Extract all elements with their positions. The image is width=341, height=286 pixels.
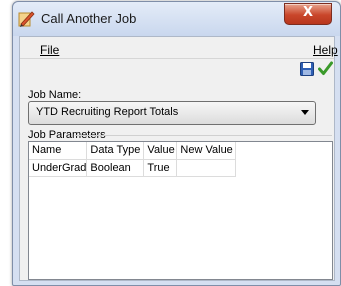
app-icon (18, 11, 35, 27)
job-name-selected: YTD Recruiting Report Totals (36, 106, 179, 118)
menu-file[interactable]: File (40, 43, 59, 57)
menu-separator (20, 58, 334, 59)
group-separator (75, 135, 332, 136)
menu-help[interactable]: Help (313, 43, 338, 57)
cell-new-value-input[interactable] (176, 159, 237, 177)
window-title: Call Another Job (41, 11, 137, 26)
menu-file-label: File (40, 43, 60, 57)
grid-header-row: Name Data Type Value New Value (29, 142, 237, 160)
parameters-grid[interactable]: Name Data Type Value New Value UnderGrad… (28, 141, 333, 280)
cell-name[interactable]: UnderGrad (29, 159, 88, 177)
cell-data-type[interactable]: Boolean (86, 159, 145, 177)
job-name-label: Job Name: (28, 89, 82, 101)
dialog-window: Call Another Job X File Help Job Name: Y… (12, 1, 341, 286)
job-name-dropdown[interactable]: YTD Recruiting Report Totals (28, 101, 316, 125)
checkmark-icon[interactable] (318, 61, 333, 76)
title-bar[interactable]: Call Another Job X (13, 2, 340, 36)
cell-value[interactable]: True (143, 159, 178, 177)
chevron-down-icon (301, 110, 309, 115)
column-header-new-value[interactable]: New Value (176, 142, 237, 160)
close-icon: X (302, 5, 314, 20)
dialog-content: File Help Job Name: YTD Recruiting Repor… (19, 36, 338, 281)
close-button[interactable]: X (284, 3, 332, 25)
menu-help-label: Help (313, 43, 338, 57)
table-row[interactable]: UnderGrad Boolean True (29, 159, 237, 177)
save-icon[interactable] (300, 62, 314, 76)
column-header-name[interactable]: Name (29, 142, 88, 160)
column-header-value[interactable]: Value (143, 142, 178, 160)
column-header-data-type[interactable]: Data Type (86, 142, 145, 160)
